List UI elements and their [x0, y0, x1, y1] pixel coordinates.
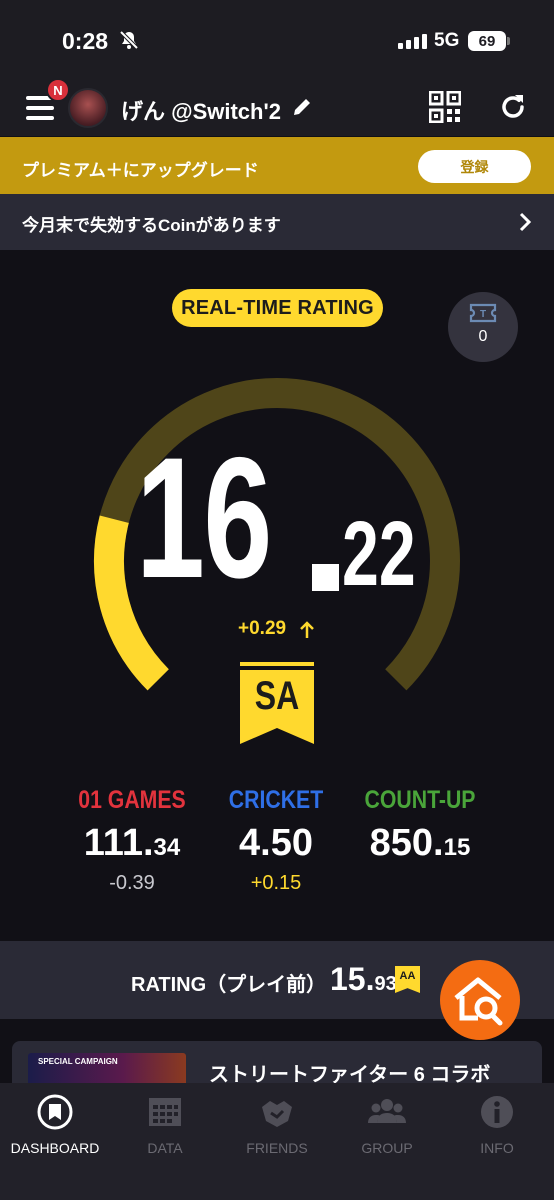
ticket-icon: T: [469, 303, 497, 323]
rating-delta: +0.29: [238, 618, 287, 639]
campaign-thumbnail-text: SPECIAL CAMPAIGN: [38, 1057, 118, 1066]
stat-label: CRICKET: [228, 786, 324, 814]
class-label: SA: [254, 674, 300, 718]
stat-delta: +0.15: [250, 872, 302, 894]
arrow-up-icon: [300, 621, 314, 638]
nav-friends[interactable]: FRIENDS: [222, 1093, 332, 1156]
bell-muted-icon: [119, 30, 139, 50]
network-type: 5G: [434, 30, 460, 51]
battery-tip: [507, 37, 510, 45]
premium-upgrade-text: プレミアム＋にアップグレード: [22, 161, 259, 180]
stat-label: COUNT-UP: [364, 786, 476, 814]
chevron-right-icon: [519, 212, 532, 232]
stat-value: 850.15: [369, 822, 471, 864]
pre-rating-value: 15.93: [330, 961, 397, 997]
nav-data[interactable]: DATA: [110, 1093, 220, 1156]
status-time: 0:28: [62, 28, 109, 54]
shop-search-icon: [454, 977, 503, 1026]
pencil-icon[interactable]: [291, 96, 313, 118]
nav-dashboard[interactable]: DASHBOARD: [0, 1093, 110, 1156]
refresh-icon[interactable]: [498, 92, 528, 122]
shop-search-button[interactable]: [440, 960, 520, 1040]
nav-label: DASHBOARD: [10, 1140, 100, 1156]
user-name[interactable]: げん @Switch'2: [121, 94, 281, 126]
stat-value: 4.50: [239, 822, 313, 864]
nav-label: INFO: [480, 1140, 514, 1156]
nav-label: GROUP: [361, 1140, 413, 1156]
battery-icon: 69: [468, 31, 506, 51]
register-button[interactable]: 登録: [418, 150, 531, 183]
stat-delta: -0.39: [109, 872, 155, 894]
rating-value-decimal: 22: [342, 503, 416, 605]
group-icon: [368, 1099, 406, 1123]
dashboard-icon: [37, 1094, 73, 1130]
svg-text:T: T: [480, 309, 486, 320]
notification-badge: N: [46, 78, 70, 102]
info-icon: [481, 1096, 513, 1128]
signal-icon: [398, 34, 427, 49]
coin-notice-text: 今月末で失効するCoinがあります: [22, 216, 281, 235]
calendar-icon: [149, 1098, 181, 1126]
avatar[interactable]: [68, 88, 108, 128]
rating-value-integer: 16: [136, 422, 272, 614]
nav-label: FRIENDS: [246, 1140, 308, 1156]
ticket-count: 0: [478, 328, 488, 345]
realtime-rating-label: REAL-TIME RATING: [172, 289, 383, 327]
stat-label: 01 GAMES: [78, 786, 186, 814]
friends-icon: [262, 1101, 292, 1127]
rating-decimal-point: [312, 564, 339, 591]
nav-label: DATA: [147, 1140, 183, 1156]
nav-group[interactable]: GROUP: [332, 1093, 442, 1156]
nav-info[interactable]: INFO: [442, 1093, 552, 1156]
stat-value: 111.34: [83, 822, 181, 864]
qr-code-icon[interactable]: [429, 91, 461, 123]
pre-rating-label: RATING（プレイ前）: [131, 974, 327, 996]
